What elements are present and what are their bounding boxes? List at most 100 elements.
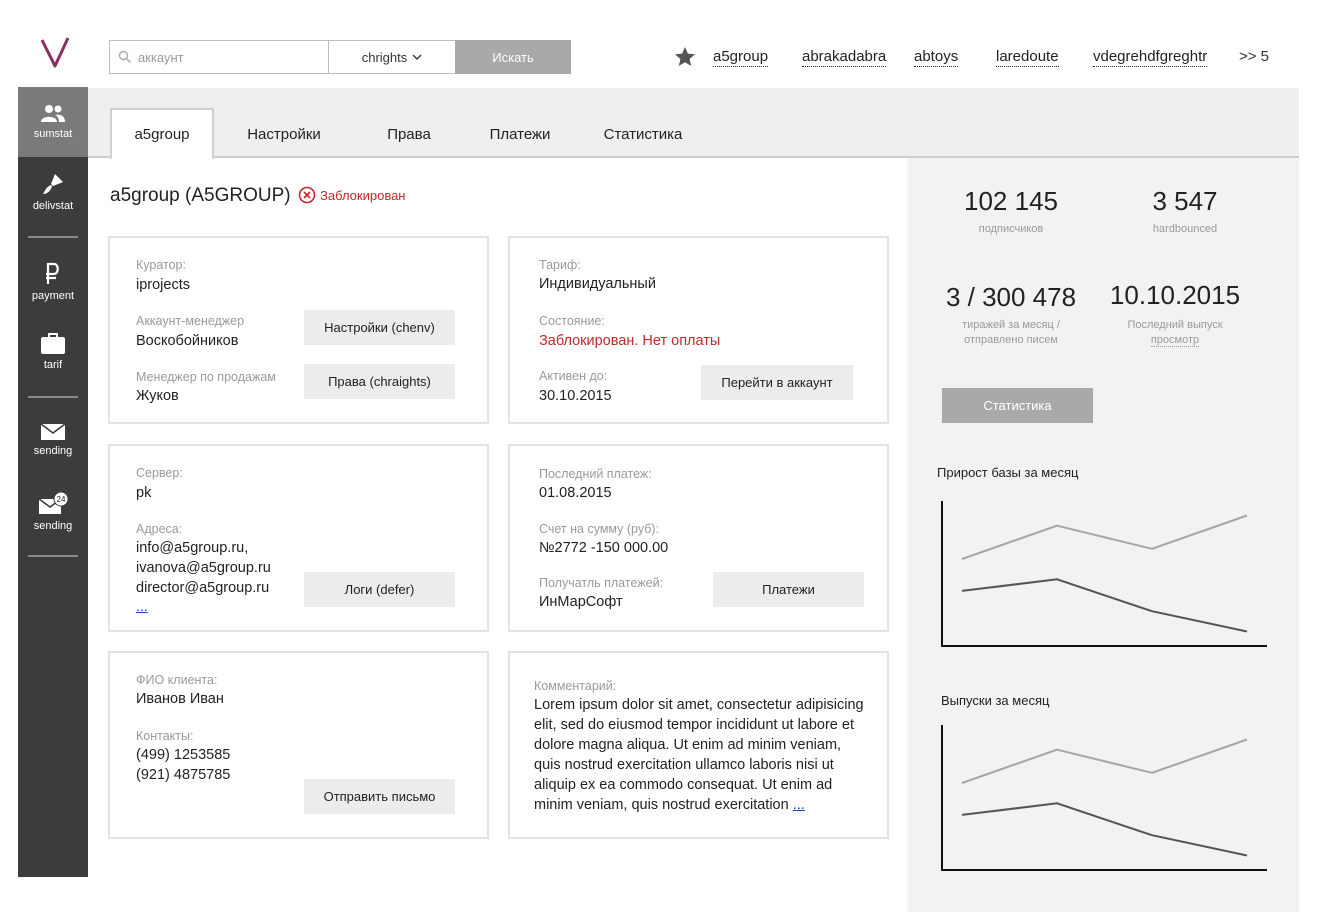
address-item: ivanova@a5group.ru (136, 560, 271, 576)
tab-a5group[interactable]: a5group (110, 108, 214, 160)
last-payment-label: Последний платеж: (539, 467, 652, 481)
favorite-account-link[interactable]: vdegrehdfgreghtr (1093, 48, 1208, 67)
server-card: Сервер: pk Адреса: info@a5group.ru, ivan… (108, 444, 489, 632)
sidebar-item-label: sending (33, 520, 73, 532)
active-until-value: 30.10.2015 (539, 388, 612, 404)
last-payment-value: 01.08.2015 (539, 485, 612, 501)
subscribers-label: подписчиков (978, 223, 1044, 235)
settings-button[interactable]: Настройки (chenv) (304, 310, 455, 345)
sidebar-divider (28, 396, 78, 398)
last-release-view-link[interactable]: просмотр (1150, 334, 1200, 347)
chart-title: Выпуски за месяц (941, 693, 1050, 708)
last-release-label-block: Последний выпуск просмотр (1085, 318, 1265, 348)
comment-line: dolore magna aliqua. Ut enim ad minim ve… (534, 737, 842, 753)
sidebar-divider (28, 236, 78, 238)
sidebar-item-label: sending (33, 445, 73, 457)
hardbounced-count: 3 547 (1152, 186, 1218, 216)
releases-chart (941, 725, 1267, 871)
runs-label-line: тиражей за месяц / (962, 319, 1060, 331)
brush-icon (43, 174, 63, 194)
rights-button[interactable]: Права (chraights) (304, 364, 455, 399)
comment-line: minim veniam, quis nostrud exercitation (534, 797, 789, 813)
blocked-icon (298, 186, 316, 204)
contacts-label: Контакты: (136, 729, 194, 743)
tabs-bar: a5group Настройки Права Платежи Статисти… (88, 88, 1299, 160)
search-icon (118, 50, 131, 63)
payments-button[interactable]: Платежи (713, 572, 864, 607)
logo-check-icon (40, 37, 70, 68)
stats-panel: 102 145 подписчиков 3 547 hardbounced 3 … (907, 158, 1299, 912)
curator-value: iprojects (136, 277, 190, 293)
tariff-label: Тариф: (539, 258, 581, 272)
last-release-label: Последний выпуск (1127, 319, 1223, 331)
client-card: ФИО клиента: Иванов Иван Контакты: (499)… (108, 651, 489, 839)
chart-series-line-1 (961, 738, 1248, 784)
comment-line: aliquip ex ea commodo consequat. Ut enim… (534, 777, 833, 793)
subscribers-count: 102 145 (964, 186, 1058, 216)
chevron-down-icon (412, 54, 422, 60)
sidebar-item-label: sumstat (33, 128, 73, 140)
comment-more-link[interactable]: ... (793, 797, 805, 813)
comment-label: Комментарий: (534, 679, 617, 693)
logs-button[interactable]: Логи (defer) (304, 572, 455, 607)
sidebar-divider (28, 555, 78, 557)
search-scope-select[interactable]: chrights (329, 40, 456, 74)
users-icon (41, 105, 65, 122)
receiver-label: Получатль платежей: (539, 576, 664, 590)
comment-line: elit, sed do eiusmod tempor incididunt u… (534, 717, 854, 733)
sidebar-item-sending-queue[interactable]: 24 sending (18, 477, 88, 547)
invoice-value: №2772 -150 000.00 (539, 540, 669, 556)
chart-series-line-1 (961, 514, 1248, 560)
hardbounced-label: hardbounced (1152, 223, 1218, 235)
tab-statistics[interactable]: Статистика (590, 108, 696, 160)
star-icon[interactable] (673, 45, 697, 69)
favorites-more-link[interactable]: >> 5 (1239, 48, 1269, 66)
account-manager-value: Воскобойников (136, 333, 239, 349)
tariff-card: Тариф: Индивидуальный Состояние: Заблоки… (508, 236, 889, 424)
sidebar-item-sumstat[interactable]: sumstat (18, 87, 88, 157)
sales-manager-value: Жуков (136, 388, 179, 404)
comment-card: Комментарий: Lorem ipsum dolor sit amet,… (508, 651, 889, 839)
sending-badge-count: 24 (57, 495, 66, 504)
last-release-date: 10.10.2015 (1109, 280, 1241, 310)
server-label: Сервер: (136, 466, 183, 480)
sidebar-item-delivstat[interactable]: delivstat (18, 157, 88, 227)
statistics-button[interactable]: Статистика (942, 388, 1093, 423)
client-name-value: Иванов Иван (136, 691, 224, 707)
active-until-label: Активен до: (539, 369, 608, 383)
chart-series-line-2 (961, 802, 1248, 857)
search-input[interactable] (138, 41, 326, 73)
favorite-account-link[interactable]: a5group (713, 48, 769, 67)
send-email-button[interactable]: Отправить письмо (304, 779, 455, 814)
go-to-account-button[interactable]: Перейти в аккаунт (701, 365, 853, 400)
state-label: Состояние: (539, 314, 605, 328)
status-text: Заблокирован (320, 187, 406, 203)
tab-settings[interactable]: Настройки (228, 108, 340, 160)
sidebar-item-payment[interactable]: payment (18, 247, 88, 317)
account-manager-label: Аккаунт-менеджер (136, 314, 245, 328)
favorite-account-link[interactable]: abtoys (914, 48, 959, 67)
contact-phone: (499) 1253585 (136, 747, 231, 763)
chart-axis (941, 725, 1267, 871)
invoice-label: Счет на сумму (руб): (539, 522, 660, 536)
sidebar-item-tarif[interactable]: tarif (18, 317, 88, 387)
search-button[interactable]: Искать (455, 40, 571, 74)
runs-count: 3 / 300 478 (945, 282, 1077, 312)
search-field[interactable] (109, 40, 329, 74)
favorite-account-link[interactable]: laredoute (996, 48, 1059, 67)
addresses-more-link[interactable]: ... (136, 598, 148, 614)
address-item: director@a5group.ru (136, 580, 270, 596)
briefcase-icon (41, 333, 65, 354)
favorite-account-link[interactable]: abrakadabra (802, 48, 887, 67)
curator-label: Куратор: (136, 258, 186, 272)
sidebar-item-label: delivstat (32, 200, 74, 212)
sidebar-item-label: payment (31, 290, 75, 302)
managers-card: Куратор: iprojects Аккаунт-менеджер Воск… (108, 236, 489, 424)
comment-line-last: minim veniam, quis nostrud exercitation … (534, 795, 805, 815)
tab-payments[interactable]: Платежи (474, 108, 566, 160)
page-title: a5group (A5GROUP) (110, 185, 291, 206)
sidebar-item-sending[interactable]: sending (18, 405, 88, 475)
tab-rights[interactable]: Права (364, 108, 454, 160)
client-name-label: ФИО клиента: (136, 673, 218, 687)
base-growth-chart (941, 501, 1267, 647)
